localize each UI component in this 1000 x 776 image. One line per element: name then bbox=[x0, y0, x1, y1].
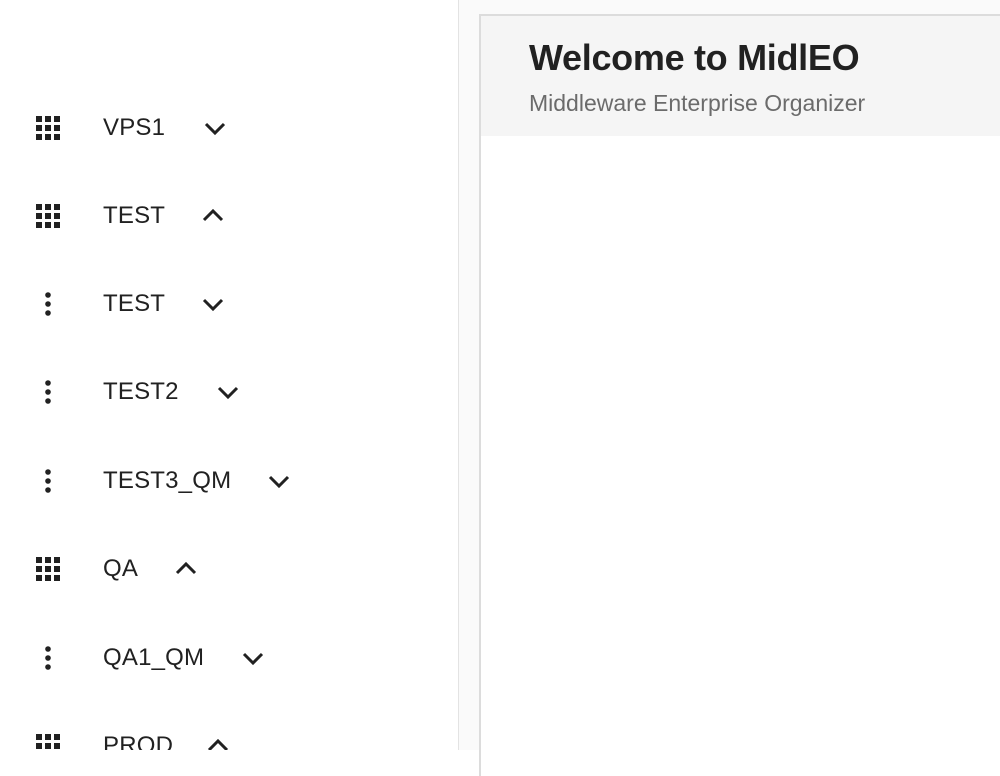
welcome-card: Welcome to MidlEO Middleware Enterprise … bbox=[479, 14, 1000, 776]
apps-grid-icon bbox=[34, 114, 62, 142]
card-header: Welcome to MidlEO Middleware Enterprise … bbox=[481, 16, 1000, 136]
chevron-down-icon[interactable] bbox=[266, 468, 292, 494]
tree-item-label: TEST2 bbox=[103, 378, 179, 405]
chevron-down-icon[interactable] bbox=[200, 291, 226, 317]
tree-item-label: TEST3_QM bbox=[103, 467, 232, 494]
tree-item-label: QA bbox=[103, 555, 139, 582]
tree-item-label: TEST bbox=[103, 202, 166, 229]
apps-grid-icon bbox=[34, 555, 62, 583]
tree-item-label: PROD bbox=[103, 732, 174, 750]
apps-grid-icon bbox=[34, 732, 62, 750]
chevron-up-icon[interactable] bbox=[205, 733, 231, 750]
main-content: Welcome to MidlEO Middleware Enterprise … bbox=[459, 0, 1000, 776]
tree-item-label: QA1_QM bbox=[103, 644, 205, 671]
page-title: Welcome to MidlEO bbox=[529, 37, 860, 78]
chevron-up-icon[interactable] bbox=[200, 203, 226, 229]
tree-item-label: VPS1 bbox=[103, 114, 166, 141]
chevron-down-icon[interactable] bbox=[202, 115, 228, 141]
chevron-down-icon[interactable] bbox=[240, 645, 266, 671]
chevron-up-icon[interactable] bbox=[173, 556, 199, 582]
more-vertical-icon[interactable] bbox=[34, 290, 62, 318]
apps-grid-icon bbox=[34, 202, 62, 230]
tree-item-label: TEST bbox=[103, 290, 166, 317]
more-vertical-icon[interactable] bbox=[34, 644, 62, 672]
more-vertical-icon[interactable] bbox=[34, 467, 62, 495]
sidebar-tree: VPS1 TEST TEST TEST2 TEST3_QM QA QA1_QM … bbox=[0, 0, 459, 750]
more-vertical-icon[interactable] bbox=[34, 378, 62, 406]
chevron-down-icon[interactable] bbox=[215, 379, 241, 405]
page-subtitle: Middleware Enterprise Organizer bbox=[529, 90, 866, 116]
